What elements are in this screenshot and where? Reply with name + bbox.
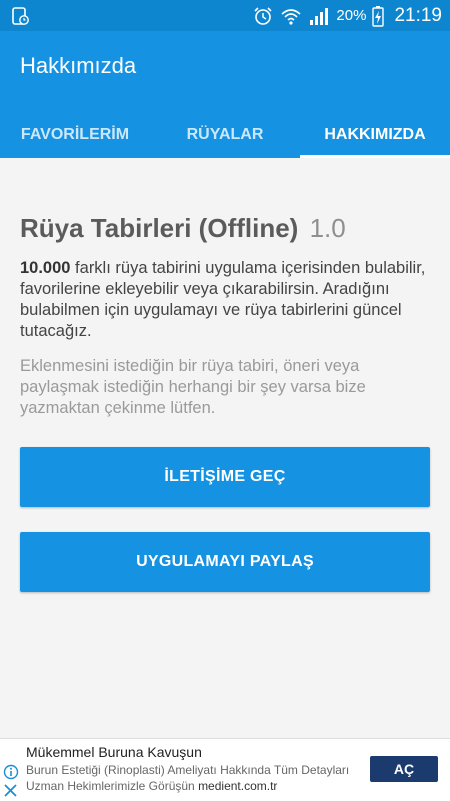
- ad-title: Mükemmel Buruna Kavuşun: [26, 744, 202, 760]
- tab-about[interactable]: HAKKIMIZDA: [300, 111, 450, 158]
- dream-count: 10.000: [20, 259, 71, 277]
- app-bar: Hakkımızda FAVORİLERİM RÜYALAR HAKKIMIZD…: [0, 31, 450, 158]
- page-title: Hakkımızda: [20, 53, 137, 78]
- tab-label: RÜYALAR: [186, 125, 264, 143]
- signal-icon: [310, 7, 329, 25]
- contact-button[interactable]: İLETİŞİME GEÇ: [20, 447, 430, 507]
- share-app-button[interactable]: UYGULAMAYI PAYLAŞ: [20, 532, 430, 592]
- contact-note: Eklenmesini istediğin bir rüya tabiri, ö…: [20, 357, 366, 417]
- status-bar: 20% 21:19: [0, 0, 450, 31]
- tab-label: FAVORİLERİM: [20, 125, 130, 143]
- battery-percent: 20%: [336, 7, 367, 24]
- clock: 21:19: [394, 4, 442, 26]
- app-version: 1.0: [309, 213, 346, 243]
- about-heading: Rüya Tabirleri (Offline) 1.0: [20, 213, 430, 244]
- app-name: Rüya Tabirleri (Offline): [20, 213, 299, 243]
- ad-open-button[interactable]: AÇ: [370, 756, 438, 782]
- alarm-icon: [254, 6, 272, 25]
- tab-favorites[interactable]: FAVORİLERİM: [0, 111, 150, 158]
- tab-dreams[interactable]: RÜYALAR: [150, 111, 300, 158]
- sim-card-icon: [12, 7, 29, 25]
- description-text: farklı rüya tabirini uygulama içerisinde…: [20, 259, 426, 340]
- ad-body: Burun Estetiği (Rinoplasti) Ameliyatı Ha…: [26, 762, 356, 794]
- tab-bar: FAVORİLERİM RÜYALAR HAKKIMIZDA: [0, 111, 450, 158]
- ad-domain: medient.com.tr: [198, 779, 278, 793]
- close-icon[interactable]: [3, 783, 18, 798]
- tab-label: HAKKIMIZDA: [324, 125, 426, 143]
- battery-charging-icon: [372, 5, 385, 27]
- about-description: 10.000 farklı rüya tabirini uygulama içe…: [20, 258, 430, 342]
- ad-body-text: Burun Estetiği (Rinoplasti) Ameliyatı Ha…: [26, 763, 350, 793]
- about-content: Rüya Tabirleri (Offline) 1.0 10.000 fark…: [20, 158, 430, 419]
- info-icon[interactable]: [3, 764, 19, 780]
- wifi-icon: [281, 8, 301, 25]
- ad-banner[interactable]: Mükemmel Buruna Kavuşun Burun Estetiği (…: [0, 738, 450, 801]
